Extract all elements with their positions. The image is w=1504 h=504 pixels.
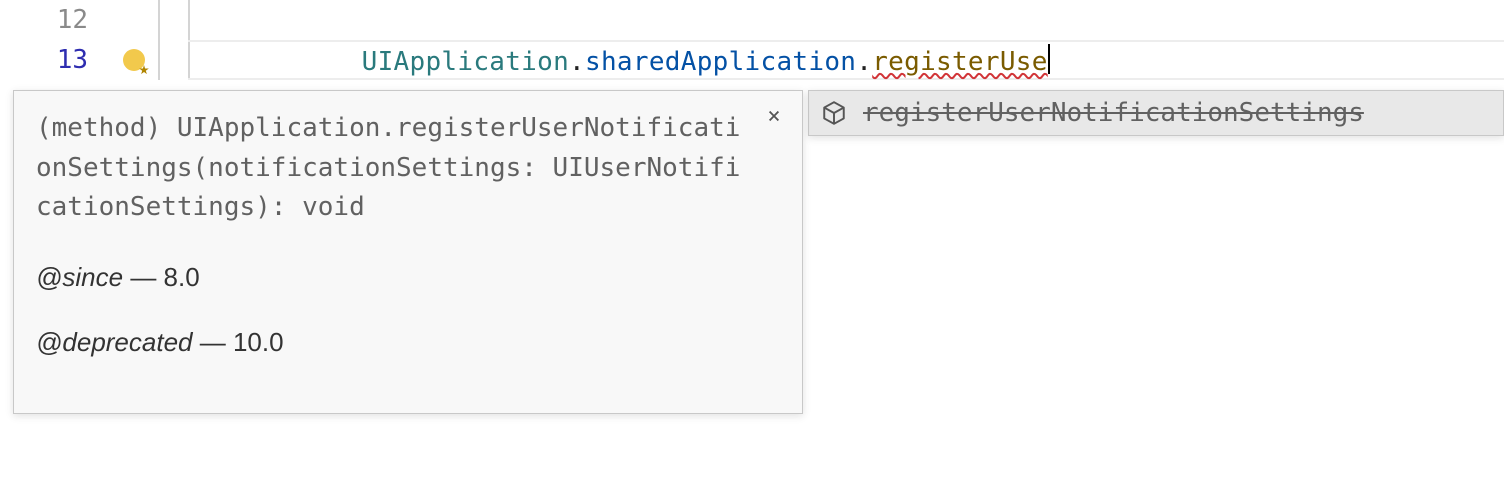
- doc-value-deprecated: 10.0: [233, 327, 284, 357]
- hover-tooltip[interactable]: × (method) UIApplication.registerUserNot…: [13, 90, 803, 414]
- code-editor[interactable]: 12 13 UIApplication.sharedApplication.re…: [0, 0, 1504, 80]
- token-dot: .: [569, 47, 585, 77]
- suggestion-list[interactable]: registerUserNotificationSettings: [808, 90, 1504, 136]
- close-icon[interactable]: ×: [762, 105, 786, 129]
- doc-value-since: 8.0: [164, 262, 200, 292]
- token-class: UIApplication: [362, 47, 569, 77]
- doc-tag-deprecated: @deprecated: [36, 327, 193, 357]
- text-caret: [1048, 44, 1051, 74]
- suggestion-item[interactable]: registerUserNotificationSettings: [809, 91, 1503, 135]
- glyph-margin[interactable]: [116, 49, 152, 71]
- hover-documentation: @since — 8.0 @deprecated — 10.0: [36, 258, 778, 363]
- line-number: 12: [0, 5, 116, 35]
- token-method-error: registerUse: [872, 47, 1048, 77]
- doc-tag-since: @since: [36, 262, 123, 292]
- suggestion-label: registerUserNotificationSettings: [863, 98, 1364, 128]
- method-icon: [821, 100, 847, 126]
- token-property: sharedApplication: [585, 47, 856, 77]
- hover-signature: (method) UIApplication.registerUserNotif…: [36, 109, 778, 228]
- token-dot: .: [856, 47, 872, 77]
- lightbulb-icon[interactable]: [123, 49, 145, 71]
- line-number: 13: [0, 45, 116, 75]
